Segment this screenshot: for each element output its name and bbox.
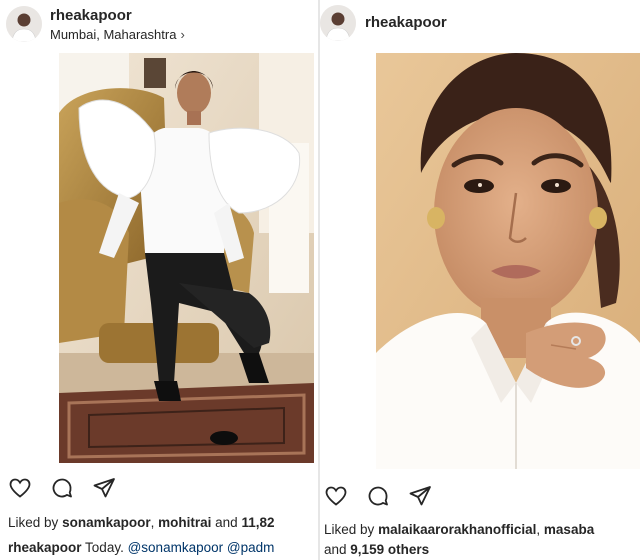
liked-prefix: Liked by	[8, 515, 59, 530]
liked-prefix: Liked by	[324, 522, 375, 537]
comment-icon[interactable]	[50, 476, 74, 500]
post-actions	[324, 484, 450, 508]
avatar[interactable]	[6, 6, 42, 42]
caption-mention[interactable]: @sonamkapoor	[128, 540, 224, 555]
right-post: rheakapoor Liked by malaikaarorakhanoffi…	[320, 0, 640, 560]
liked-and: and	[324, 542, 347, 557]
post-header: rheakapoor	[320, 0, 640, 50]
post-photo[interactable]	[376, 53, 640, 469]
comment-icon[interactable]	[366, 484, 390, 508]
heart-icon[interactable]	[324, 484, 348, 508]
location-link[interactable]: Mumbai, Maharashtra ›	[50, 27, 185, 42]
caption-mention[interactable]: @padm	[227, 540, 274, 555]
likes-line: Liked by malaikaarorakhanofficial, masab…	[324, 522, 640, 537]
liked-and: and	[215, 515, 238, 530]
paper-plane-icon[interactable]	[408, 484, 432, 508]
caption-text: Today.	[85, 540, 124, 555]
likes-others-link[interactable]: 9,159 others	[350, 542, 429, 557]
liked-separator: ,	[536, 522, 541, 537]
caption-line: rheakapoor Today. @sonamkapoor @padm	[8, 540, 320, 555]
heart-icon[interactable]	[8, 476, 32, 500]
liked-user-link[interactable]: malaikaarorakhanofficial	[378, 522, 536, 537]
liked-user-link[interactable]: sonamkapoor	[62, 515, 151, 530]
paper-plane-icon[interactable]	[92, 476, 116, 500]
username[interactable]: rheakapoor	[365, 14, 447, 31]
avatar[interactable]	[320, 5, 356, 41]
likes-count-link[interactable]: 11,82	[241, 515, 274, 530]
likes-line-continued: and 9,159 others	[324, 542, 640, 557]
left-post: rheakapoor Mumbai, Maharashtra › Liked b…	[0, 0, 320, 560]
location-text: Mumbai, Maharashtra	[50, 27, 177, 42]
liked-user-link[interactable]: mohitrai	[158, 515, 211, 530]
chevron-right-icon: ›	[180, 27, 185, 42]
likes-line: Liked by sonamkapoor, mohitrai and 11,82	[8, 515, 320, 530]
caption-username[interactable]: rheakapoor	[8, 540, 82, 555]
liked-separator: ,	[150, 515, 155, 530]
username[interactable]: rheakapoor	[50, 7, 132, 24]
post-actions	[8, 476, 134, 500]
post-photo[interactable]	[59, 53, 314, 463]
liked-user-link[interactable]: masaba	[544, 522, 594, 537]
post-header: rheakapoor Mumbai, Maharashtra ›	[0, 0, 320, 50]
